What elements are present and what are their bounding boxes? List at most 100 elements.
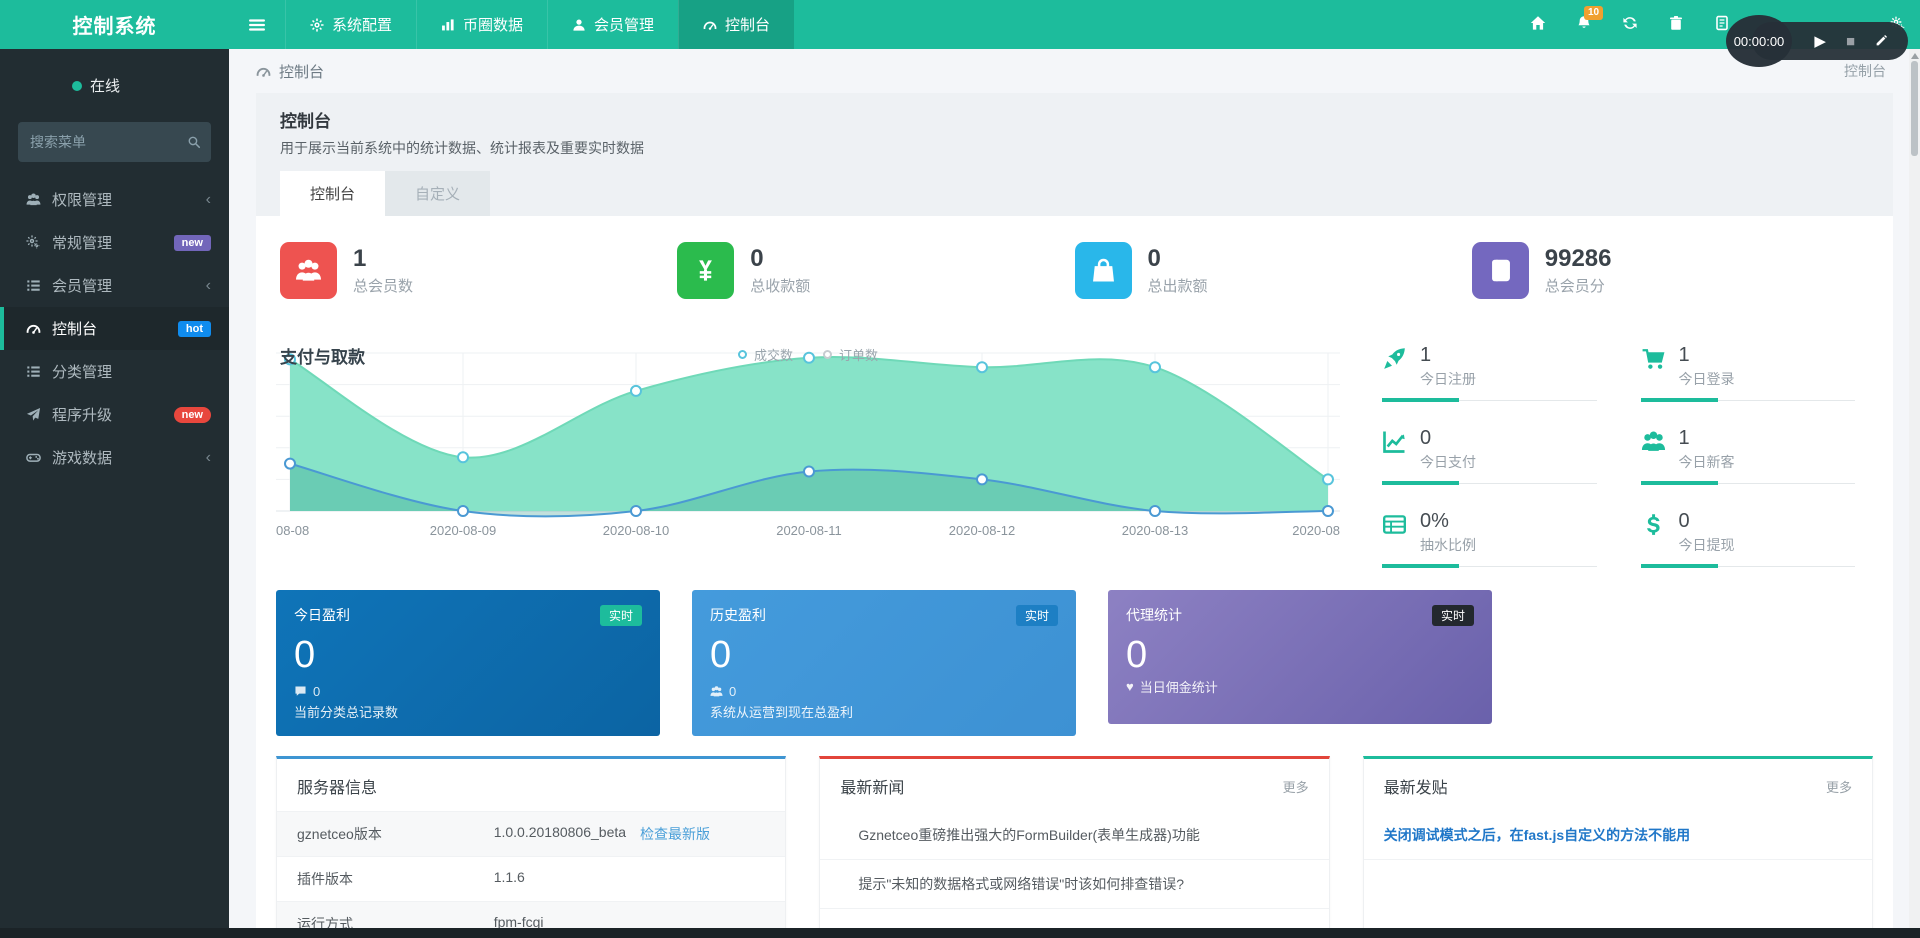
home-icon[interactable] <box>1530 15 1546 34</box>
sidebar-item-label: 分类管理 <box>52 364 113 381</box>
pencil-icon[interactable] <box>1875 34 1888 49</box>
sidebar-item[interactable]: 分类管理 <box>0 350 229 393</box>
gear-icon <box>310 17 324 32</box>
check-latest-link[interactable]: 检查最新版 <box>640 824 710 844</box>
search-input[interactable] <box>18 122 211 162</box>
posts-panel: 最新发贴 更多 关闭调试模式之后，在fast.js自定义的方法不能用 <box>1362 756 1873 938</box>
users-icon <box>26 193 41 206</box>
server-info-label: gznetceo版本 <box>297 826 382 842</box>
book-icon <box>1491 259 1510 282</box>
post-item[interactable]: 关闭调试模式之后，在fast.js自定义的方法不能用 <box>1363 811 1872 860</box>
bar-chart-icon <box>442 18 454 30</box>
page-description: 用于展示当前系统中的统计数据、统计报表及重要实时数据 <box>280 140 644 156</box>
stat-icon <box>1074 242 1132 299</box>
svg-text:2020-08-12: 2020-08-12 <box>949 523 1016 538</box>
plane-icon <box>26 407 41 421</box>
sidebar-item-label: 程序升级 <box>52 407 113 424</box>
nav-item[interactable]: 币圈数据 <box>416 0 547 49</box>
profit-card[interactable]: 代理统计 实时 0 ♥ 当日佣金统计 <box>1108 590 1492 724</box>
page-scrollbar[interactable] <box>1909 49 1920 938</box>
nav-item-label: 币圈数据 <box>463 17 524 34</box>
nav-item[interactable]: 控制台 <box>678 0 795 49</box>
users-icon <box>296 259 321 281</box>
chart-row: 支付与取款 成交数 订单数 08-08 2020-08-09 2020-08-10 20… <box>276 343 1873 568</box>
area-chart-canvas[interactable]: 08-08 2020-08-09 2020-08-10 2020-08-11 2020-… <box>276 343 1340 543</box>
gauge-icon <box>26 324 41 334</box>
chevron-left-icon: ‹ <box>205 448 211 466</box>
sidebar-item[interactable]: 程序升级 new <box>0 393 229 436</box>
list-icon <box>27 280 40 291</box>
list-icon <box>27 366 40 377</box>
bag-icon <box>1092 258 1114 282</box>
quick-stat: 1 今日新客 <box>1640 426 1856 485</box>
realtime-badge: 实时 <box>599 605 642 626</box>
cart-icon <box>1642 349 1664 369</box>
nav-item[interactable]: 系统配置 <box>285 0 416 49</box>
trash-icon[interactable] <box>1668 15 1684 34</box>
legend-item[interactable]: 订单数 <box>823 345 878 364</box>
news-panel: 最新新闻 更多 Gznetceo重磅推出强大的FormBuilder(表单生成器… <box>819 756 1330 938</box>
gauge-icon <box>703 21 717 30</box>
tab-content: 1 总会员数 0 总收款额 0 总出款额 99286 总会员分 支付与取款 成交… <box>256 216 1893 938</box>
scrollbar-thumb[interactable] <box>1911 61 1918 156</box>
breadcrumb[interactable]: 控制台 <box>256 61 324 82</box>
sidebar-item[interactable]: 权限管理 ‹ <box>0 178 229 221</box>
chevron-left-icon: ‹ <box>205 276 211 294</box>
stat-card: 0 总收款额 <box>677 242 1074 299</box>
refresh-icon[interactable] <box>1622 15 1638 34</box>
legend-marker-icon <box>823 350 832 359</box>
footer-bar <box>0 928 1920 938</box>
table-icon <box>1383 515 1406 534</box>
posts-panel-title: 最新发贴 <box>1383 780 1448 797</box>
quick-stat-value: 0 <box>1678 510 1690 532</box>
profit-card[interactable]: 今日盈利 实时 0 0 当前分类总记录数 <box>276 590 660 736</box>
quick-stat-progress <box>1382 564 1597 568</box>
stat-label: 总会员分 <box>1544 278 1605 296</box>
tab[interactable]: 自定义 <box>385 171 491 216</box>
card-title: 代理统计 <box>1126 607 1182 623</box>
play-icon[interactable]: ▶ <box>1814 32 1826 50</box>
stat-label: 总出款额 <box>1147 278 1208 296</box>
stat-card: 1 总会员数 <box>280 242 677 299</box>
quick-stat: 0% 抽水比例 <box>1382 509 1597 568</box>
notifications-bell-icon[interactable]: 10 <box>1576 5 1604 34</box>
quick-stat-progress <box>1640 564 1856 568</box>
sidebar-item[interactable]: 会员管理 ‹ <box>0 264 229 307</box>
nav-item-label: 控制台 <box>725 17 771 34</box>
search-icon[interactable] <box>187 134 201 150</box>
gamepad-icon <box>26 453 41 462</box>
news-panel-title: 最新新闻 <box>840 780 905 797</box>
sidebar-item[interactable]: 游戏数据 ‹ <box>0 436 229 479</box>
stat-card: 0 总出款额 <box>1074 242 1472 299</box>
svg-text:2020-08-11: 2020-08-11 <box>776 523 842 538</box>
sidebar-toggle-button[interactable] <box>229 0 285 49</box>
quick-stat-value: 0 <box>1420 427 1432 449</box>
sidebar-item[interactable]: 控制台 hot <box>0 307 229 350</box>
sidebar-item[interactable]: 常规管理 new <box>0 221 229 264</box>
news-item[interactable]: Gznetceo重磅推出强大的FormBuilder(表单生成器)功能 <box>820 811 1329 860</box>
quick-stat-value: 0% <box>1420 510 1449 532</box>
sidebar-item-label: 会员管理 <box>52 278 113 295</box>
breadcrumb-label: 控制台 <box>279 63 325 81</box>
users-icon <box>710 686 723 697</box>
news-item[interactable]: 提示"未知的数据格式或网络错误"时该如何排查错误? <box>820 860 1329 909</box>
quick-stat-label: 今日新客 <box>1678 454 1735 470</box>
stop-icon[interactable]: ■ <box>1846 33 1855 50</box>
stat-icon <box>677 242 735 299</box>
legend-item[interactable]: 成交数 <box>737 345 793 364</box>
app-title: 控制系统 <box>72 16 157 38</box>
nav-item[interactable]: 会员管理 <box>547 0 678 49</box>
tab[interactable]: 控制台 <box>280 171 386 216</box>
online-status: 在线 <box>0 49 229 102</box>
realtime-badge: 实时 <box>1431 605 1474 626</box>
users-icon <box>1641 431 1665 451</box>
scrollbar-up-arrow-icon[interactable] <box>1910 53 1919 59</box>
news-more-link[interactable]: 更多 <box>1283 777 1309 796</box>
posts-more-link[interactable]: 更多 <box>1826 777 1852 796</box>
quick-stats-grid: 1 今日注册 1 今日登录 0 今日支付 1 今日新客 0% 抽水比例 0 今日… <box>1382 343 1873 568</box>
profit-card[interactable]: 历史盈利 实时 0 0 系统从运营到现在总盈利 <box>692 590 1076 736</box>
quick-stat-progress <box>1640 398 1856 402</box>
quick-stat: 1 今日登录 <box>1640 343 1856 402</box>
quick-stat: 0 今日提现 <box>1640 509 1856 568</box>
quick-stat: 0 今日支付 <box>1382 426 1597 485</box>
